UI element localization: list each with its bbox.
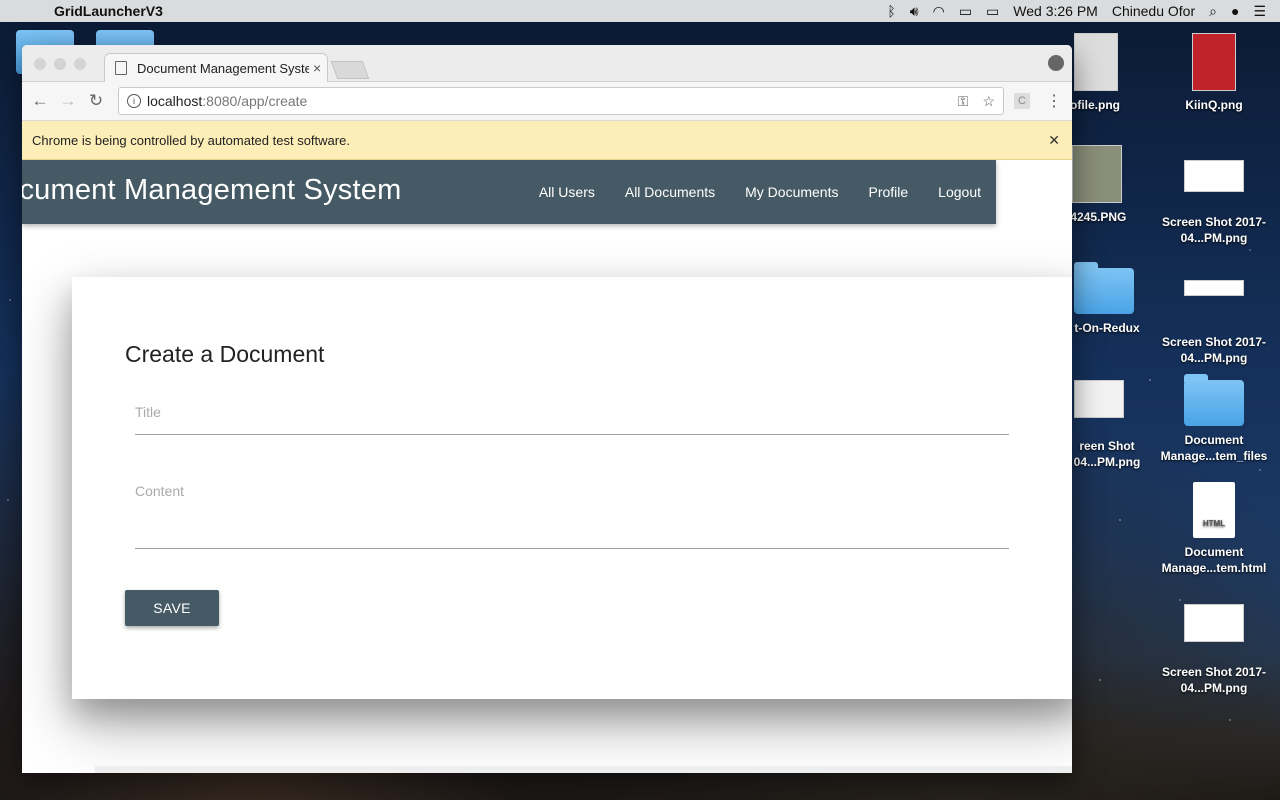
infobar-message: Chrome is being controlled by automated … [32, 132, 350, 148]
url-host: localhost [147, 93, 203, 109]
content-placeholder: Content [135, 483, 185, 499]
browser-window: Document Management System × ← → ↻ i loc… [22, 45, 1072, 773]
volume-icon[interactable]: 🔊︎ [910, 3, 919, 20]
app-header: Document Management System All Users All… [22, 160, 996, 224]
tab-close-icon[interactable]: × [313, 60, 321, 76]
form-title: Create a Document [125, 341, 325, 367]
menu-bar: GridLauncherV3 ᛒ 🔊︎ ◠ ▭ ▭ Wed 3:26 PM Ch… [0, 0, 1280, 22]
desktop-file-icon[interactable]: KiinQ.png [1159, 33, 1269, 113]
bookmark-star-icon[interactable]: ☆ [982, 93, 995, 110]
url-path: :8080/app/create [202, 93, 308, 109]
close-window-button[interactable] [34, 58, 46, 70]
notification-center-icon[interactable]: ☰ [1253, 3, 1266, 20]
save-button[interactable]: SAVE [125, 590, 219, 626]
battery-icon[interactable]: ▭ [986, 3, 999, 20]
app-brand[interactable]: Document Management System [22, 174, 401, 207]
tab-strip: Document Management System × [22, 45, 1072, 82]
siri-icon[interactable]: ● [1231, 3, 1239, 19]
active-app-name[interactable]: GridLauncherV3 [54, 3, 163, 19]
create-document-card: Create a Document Title Content SAVE [72, 277, 1072, 699]
tab-title: Document Management System [137, 60, 309, 76]
clock[interactable]: Wed 3:26 PM [1013, 3, 1098, 19]
extension-icon[interactable]: C [1014, 93, 1030, 109]
new-tab-button[interactable] [330, 61, 370, 79]
nav-my-documents[interactable]: My Documents [745, 184, 838, 200]
nav-all-documents[interactable]: All Documents [625, 184, 715, 200]
profile-icon[interactable] [1048, 55, 1064, 71]
title-field[interactable]: Title [135, 397, 1009, 435]
info-icon[interactable]: i [127, 94, 141, 108]
address-bar[interactable]: i localhost:8080/app/create ⚿ ☆ [118, 87, 1004, 115]
minimize-window-button[interactable] [54, 58, 66, 70]
key-icon[interactable]: ⚿ [958, 93, 969, 110]
content-field[interactable]: Content [135, 477, 1009, 549]
nav-profile[interactable]: Profile [868, 184, 908, 200]
desktop-folder-icon[interactable]: Document Manage...tem_files [1159, 374, 1269, 464]
wifi-icon[interactable]: ◠ [933, 3, 945, 20]
zoom-window-button[interactable] [74, 58, 86, 70]
nav-all-users[interactable]: All Users [539, 184, 595, 200]
web-page: Document Management System All Users All… [22, 160, 1072, 773]
spotlight-search-icon[interactable]: ⌕ [1209, 3, 1217, 20]
infobar-close-icon[interactable]: ✕ [1048, 132, 1060, 149]
desktop-file-icon[interactable]: Screen Shot 2017-04...PM.png [1159, 604, 1269, 696]
window-controls [34, 58, 86, 70]
browser-menu-icon[interactable]: ⋮ [1046, 91, 1062, 111]
desktop-html-file-icon[interactable]: HTML Document Manage...tem.html [1159, 482, 1269, 576]
back-arrow-icon[interactable]: ← [26, 91, 54, 111]
title-placeholder: Title [135, 404, 161, 420]
browser-toolbar: ← → ↻ i localhost:8080/app/create ⚿ ☆ C … [22, 82, 1072, 121]
nav-logout[interactable]: Logout [938, 184, 981, 200]
automation-infobar: Chrome is being controlled by automated … [22, 121, 1072, 160]
page-footer-strip [95, 766, 1072, 773]
page-icon [115, 61, 127, 75]
forward-arrow-icon[interactable]: → [54, 91, 82, 111]
browser-tab[interactable]: Document Management System × [104, 53, 328, 82]
airplay-icon[interactable]: ▭ [959, 3, 972, 20]
desktop-file-icon[interactable]: Screen Shot 2017-04...PM.png [1159, 158, 1269, 246]
app-nav: All Users All Documents My Documents Pro… [539, 160, 981, 224]
reload-icon[interactable]: ↻ [82, 91, 110, 111]
menu-bar-status-area: ᛒ 🔊︎ ◠ ▭ ▭ Wed 3:26 PM Chinedu Ofor ⌕ ● … [887, 3, 1266, 20]
bluetooth-icon[interactable]: ᛒ [887, 3, 895, 19]
desktop-file-icon[interactable]: Screen Shot 2017-04...PM.png [1159, 280, 1269, 366]
user-name[interactable]: Chinedu Ofor [1112, 3, 1195, 19]
